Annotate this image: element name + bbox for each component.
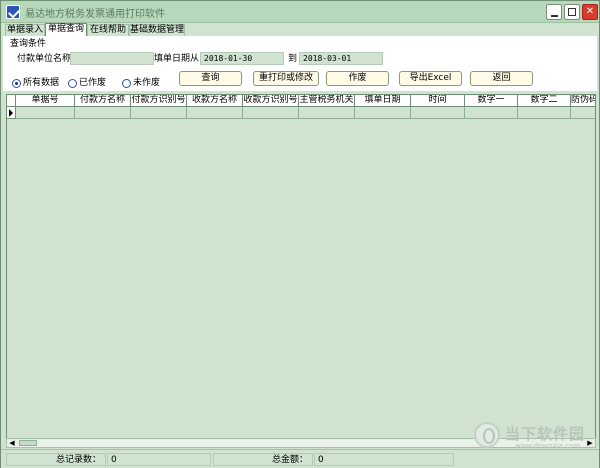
results-grid[interactable]: 单据号 付款方名称 付款方识别号 收款方名称 收款方识别号 主管税务机关 填单日… <box>6 94 596 439</box>
record-count-value: 0 <box>107 453 211 466</box>
table-cell[interactable] <box>131 107 187 119</box>
table-cell[interactable] <box>465 107 518 119</box>
current-row-indicator <box>7 107 16 119</box>
title-bar[interactable]: 易达地方税务发票通用打印软件 ✕ <box>1 1 599 23</box>
total-amount-value: 0 <box>314 453 454 466</box>
tab-basic-data[interactable]: 基础数据管理 <box>129 24 185 36</box>
tab-entry[interactable]: 单据录入 <box>5 24 45 36</box>
close-button[interactable]: ✕ <box>582 4 598 20</box>
date-from-label: 填单日期从 <box>154 54 200 64</box>
export-excel-button[interactable]: 导出Excel <box>399 71 462 86</box>
header-corner <box>7 95 16 107</box>
radio-voided[interactable] <box>68 79 77 88</box>
app-icon <box>6 5 20 19</box>
table-cell[interactable] <box>355 107 411 119</box>
app-window: 易达地方税务发票通用打印软件 ✕ 单据录入 单据查询 在线帮助 基础数据管理 查… <box>0 0 600 468</box>
column-header[interactable]: 防伪码 <box>571 95 595 107</box>
column-header[interactable]: 收款方名称 <box>187 95 243 107</box>
query-button[interactable]: 查询 <box>179 71 242 86</box>
table-cell[interactable] <box>16 107 75 119</box>
column-header[interactable]: 付款方名称 <box>75 95 131 107</box>
table-cell[interactable] <box>243 107 299 119</box>
window-title: 易达地方税务发票通用打印软件 <box>25 9 165 20</box>
column-header[interactable]: 收款方识别号 <box>243 95 299 107</box>
status-bar: 总记录数： 0 总金额： 0 <box>1 449 599 468</box>
radio-not-voided-label: 未作废 <box>133 78 161 88</box>
query-group-label: 查询条件 <box>10 39 47 49</box>
table-cell[interactable] <box>75 107 131 119</box>
record-count-label: 总记录数： <box>6 453 106 466</box>
table-cell[interactable] <box>518 107 571 119</box>
payer-input[interactable] <box>70 52 154 65</box>
scroll-thumb[interactable] <box>19 440 37 446</box>
date-to-label: 到 <box>288 54 298 64</box>
column-header[interactable]: 填单日期 <box>355 95 411 107</box>
reprint-button[interactable]: 重打印或修改 <box>253 71 319 86</box>
column-header[interactable]: 单据号 <box>16 95 75 107</box>
column-header[interactable]: 时间 <box>411 95 465 107</box>
watermark-text: 当下软件园 <box>505 425 586 443</box>
tab-help[interactable]: 在线帮助 <box>87 24 129 36</box>
table-row[interactable] <box>16 107 595 119</box>
table-cell[interactable] <box>299 107 355 119</box>
void-button[interactable]: 作废 <box>326 71 389 86</box>
radio-all-data[interactable] <box>12 79 21 88</box>
back-button[interactable]: 返回 <box>470 71 533 86</box>
minimize-icon <box>551 15 558 17</box>
query-panel: 查询条件 付款单位名称 填单日期从 2018-01-30 到 2018-03-0… <box>3 36 597 91</box>
radio-voided-label: 已作废 <box>79 78 107 88</box>
radio-all-label: 所有数据 <box>23 78 60 88</box>
minimize-button[interactable] <box>546 4 562 20</box>
total-amount-label: 总金额： <box>213 453 313 466</box>
table-cell[interactable] <box>187 107 243 119</box>
scroll-left-arrow-icon[interactable]: ◀ <box>7 439 17 447</box>
tab-query[interactable]: 单据查询 <box>45 23 87 36</box>
date-from-input[interactable]: 2018-01-30 <box>200 52 284 65</box>
grid-header: 单据号 付款方名称 付款方识别号 收款方名称 收款方识别号 主管税务机关 填单日… <box>7 95 595 107</box>
close-icon: ✕ <box>585 6 595 17</box>
payer-label: 付款单位名称 <box>17 54 72 64</box>
watermark-logo-icon <box>474 422 500 448</box>
maximize-icon <box>568 8 576 16</box>
tab-strip: 单据录入 单据查询 在线帮助 基础数据管理 <box>1 23 599 36</box>
column-header[interactable]: 数字一 <box>465 95 518 107</box>
maximize-button[interactable] <box>564 4 580 20</box>
table-cell[interactable] <box>411 107 465 119</box>
column-header[interactable]: 数字二 <box>518 95 571 107</box>
column-header[interactable]: 付款方识别号 <box>131 95 187 107</box>
column-header[interactable]: 主管税务机关 <box>299 95 355 107</box>
radio-not-voided[interactable] <box>122 79 131 88</box>
date-to-input[interactable]: 2018-03-01 <box>299 52 383 65</box>
scroll-right-arrow-icon[interactable]: ▶ <box>585 439 595 447</box>
